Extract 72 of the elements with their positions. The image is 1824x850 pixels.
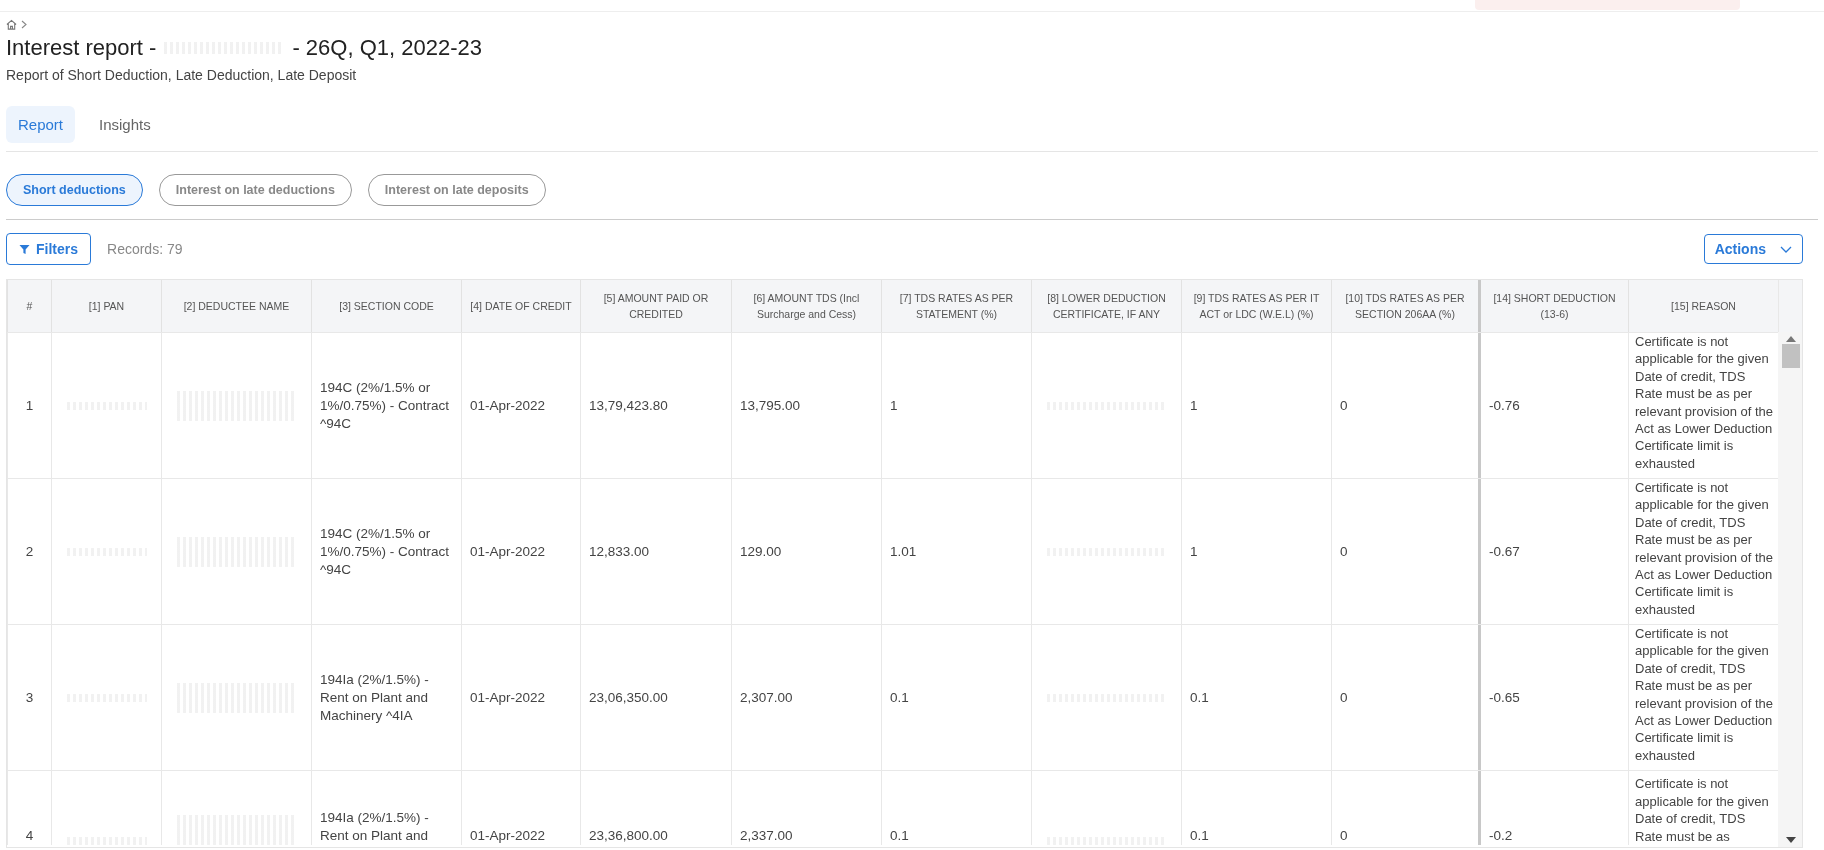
table-cell: 2 <box>25 542 34 561</box>
report-type-chip[interactable]: Short deductions <box>6 174 143 206</box>
column-header: [14] SHORT DEDUCTION (13-6) <box>1478 280 1628 332</box>
table-cell: 2,337.00 <box>740 827 793 845</box>
table-cell: 01-Apr-2022 <box>470 688 546 707</box>
report-subtitle: Report of Short Deduction, Late Deduction, Late Deposit <box>6 67 358 83</box>
table-cell-text: 194Ia (2%/1.5%) - Rent on Plant and Machinery ^4IA <box>320 670 430 725</box>
records-count: Records: 79 <box>107 241 183 257</box>
scrollbar[interactable] <box>1778 332 1802 847</box>
table-cell: 4 <box>25 827 34 845</box>
table-cell: 3 <box>25 688 34 707</box>
table-cell: 0 <box>1340 542 1348 561</box>
table-cell: 0 <box>1340 688 1348 707</box>
column-header: [5] AMOUNT PAID OR CREDITED <box>580 280 731 332</box>
table-cell: -0.65 <box>1489 688 1520 707</box>
table-cell: 0 <box>1340 827 1348 845</box>
table-cell: 1 <box>1190 396 1198 415</box>
column-header: # <box>7 280 51 332</box>
actions-button[interactable]: Actions <box>1703 234 1803 264</box>
table-cell: -0.67 <box>1489 542 1520 561</box>
column-header: [1] PAN <box>51 280 161 332</box>
chevron-down-icon <box>1780 245 1792 253</box>
table-cell: 129.00 <box>740 542 782 561</box>
table-cell: Certificate is not applicable for the given Date of credit, TDS Rate must be as per relevant provision of the Act as Lower Deduction Certificate limit is exhausted <box>1635 625 1775 765</box>
table-cell-text: 194C (2%/1.5% or 1%/0.75%) - Contract ^94C <box>320 378 451 433</box>
column-header: [9] TDS RATES AS PER IT ACT or LDC (W.E.L) (%) <box>1181 280 1331 332</box>
filters-button[interactable]: Filters <box>6 233 91 265</box>
table-cell: 2,307.00 <box>740 688 793 707</box>
table-cell-text: 194Ia (2%/1.5%) - Rent on Plant and <box>320 809 430 845</box>
table-cell: Certificate is not applicable for the given Date of credit, TDS Rate must be as per relevant provision of the Act as Lower Deduction Certificate limit is exhausted <box>1635 333 1775 473</box>
column-header: [2] DEDUCTEE NAME <box>161 280 311 332</box>
column-header: [10] TDS RATES AS PER SECTION 206AA (%) <box>1331 280 1478 332</box>
table-cell: 0 <box>1340 396 1348 415</box>
table-cell: 0.1 <box>1190 688 1209 707</box>
report-title: Interest report - <box>6 35 157 61</box>
table-cell: 13,795.00 <box>740 396 801 415</box>
report-type-chip[interactable]: Interest on late deposits <box>367 174 546 206</box>
table-cell: -0.76 <box>1489 396 1520 415</box>
chevron-right-icon <box>21 19 27 29</box>
report-title: - 26Q, Q1, 2022-23 <box>292 35 482 61</box>
down-arrow-icon[interactable] <box>1786 837 1796 843</box>
table-cell: 23,36,800.00 <box>589 827 668 845</box>
column-header: [3] SECTION CODE <box>311 280 461 332</box>
table-cell: 01-Apr-2022 <box>470 396 546 415</box>
home-icon[interactable] <box>6 18 17 30</box>
up-arrow-icon[interactable] <box>1786 336 1796 342</box>
table-cell-text: 194C (2%/1.5% or 1%/0.75%) - Contract ^94C <box>320 524 451 579</box>
tab[interactable]: Insights <box>87 106 163 143</box>
table-cell: 0.1 <box>890 688 909 707</box>
report-type-chip[interactable]: Interest on late deductions <box>158 174 352 206</box>
column-header: [6] AMOUNT TDS (Incl Surcharge and Cess) <box>731 280 881 332</box>
table-cell: 01-Apr-2022 <box>470 542 546 561</box>
table-cell: 01-Apr-2022 <box>470 827 546 845</box>
table-cell: 23,06,350.00 <box>589 688 668 707</box>
table-cell: 1 <box>25 396 34 415</box>
column-header: [15] REASON <box>1628 280 1778 332</box>
scrollbar-thumb[interactable] <box>1782 344 1800 368</box>
column-header: [7] TDS RATES AS PER STATEMENT (%) <box>881 280 1031 332</box>
table-cell-text: Certificate is not applicable for the given Date of credit, TDS Rate must be as <box>1635 775 1770 845</box>
table-cell: 12,833.00 <box>589 542 650 561</box>
table-cell: 1 <box>1190 542 1198 561</box>
table-cell: Certificate is not applicable for the given Date of credit, TDS Rate must be as per relevant provision of the Act as Lower Deduction Certificate limit is exhausted <box>1635 479 1775 619</box>
tab[interactable]: Report <box>6 106 76 143</box>
table-cell: 0.1 <box>890 827 909 845</box>
table-cell: 1.01 <box>890 542 917 561</box>
table-cell: 0.1 <box>1190 827 1209 845</box>
column-header: [4] DATE OF CREDIT <box>461 280 580 332</box>
filter-icon <box>19 243 30 255</box>
table-cell: -0.2 <box>1489 827 1513 845</box>
table-cell: 13,79,423.80 <box>589 396 668 415</box>
table-cell: 1 <box>890 396 898 415</box>
column-header: [8] LOWER DEDUCTION CERTIFICATE, IF ANY <box>1031 280 1181 332</box>
